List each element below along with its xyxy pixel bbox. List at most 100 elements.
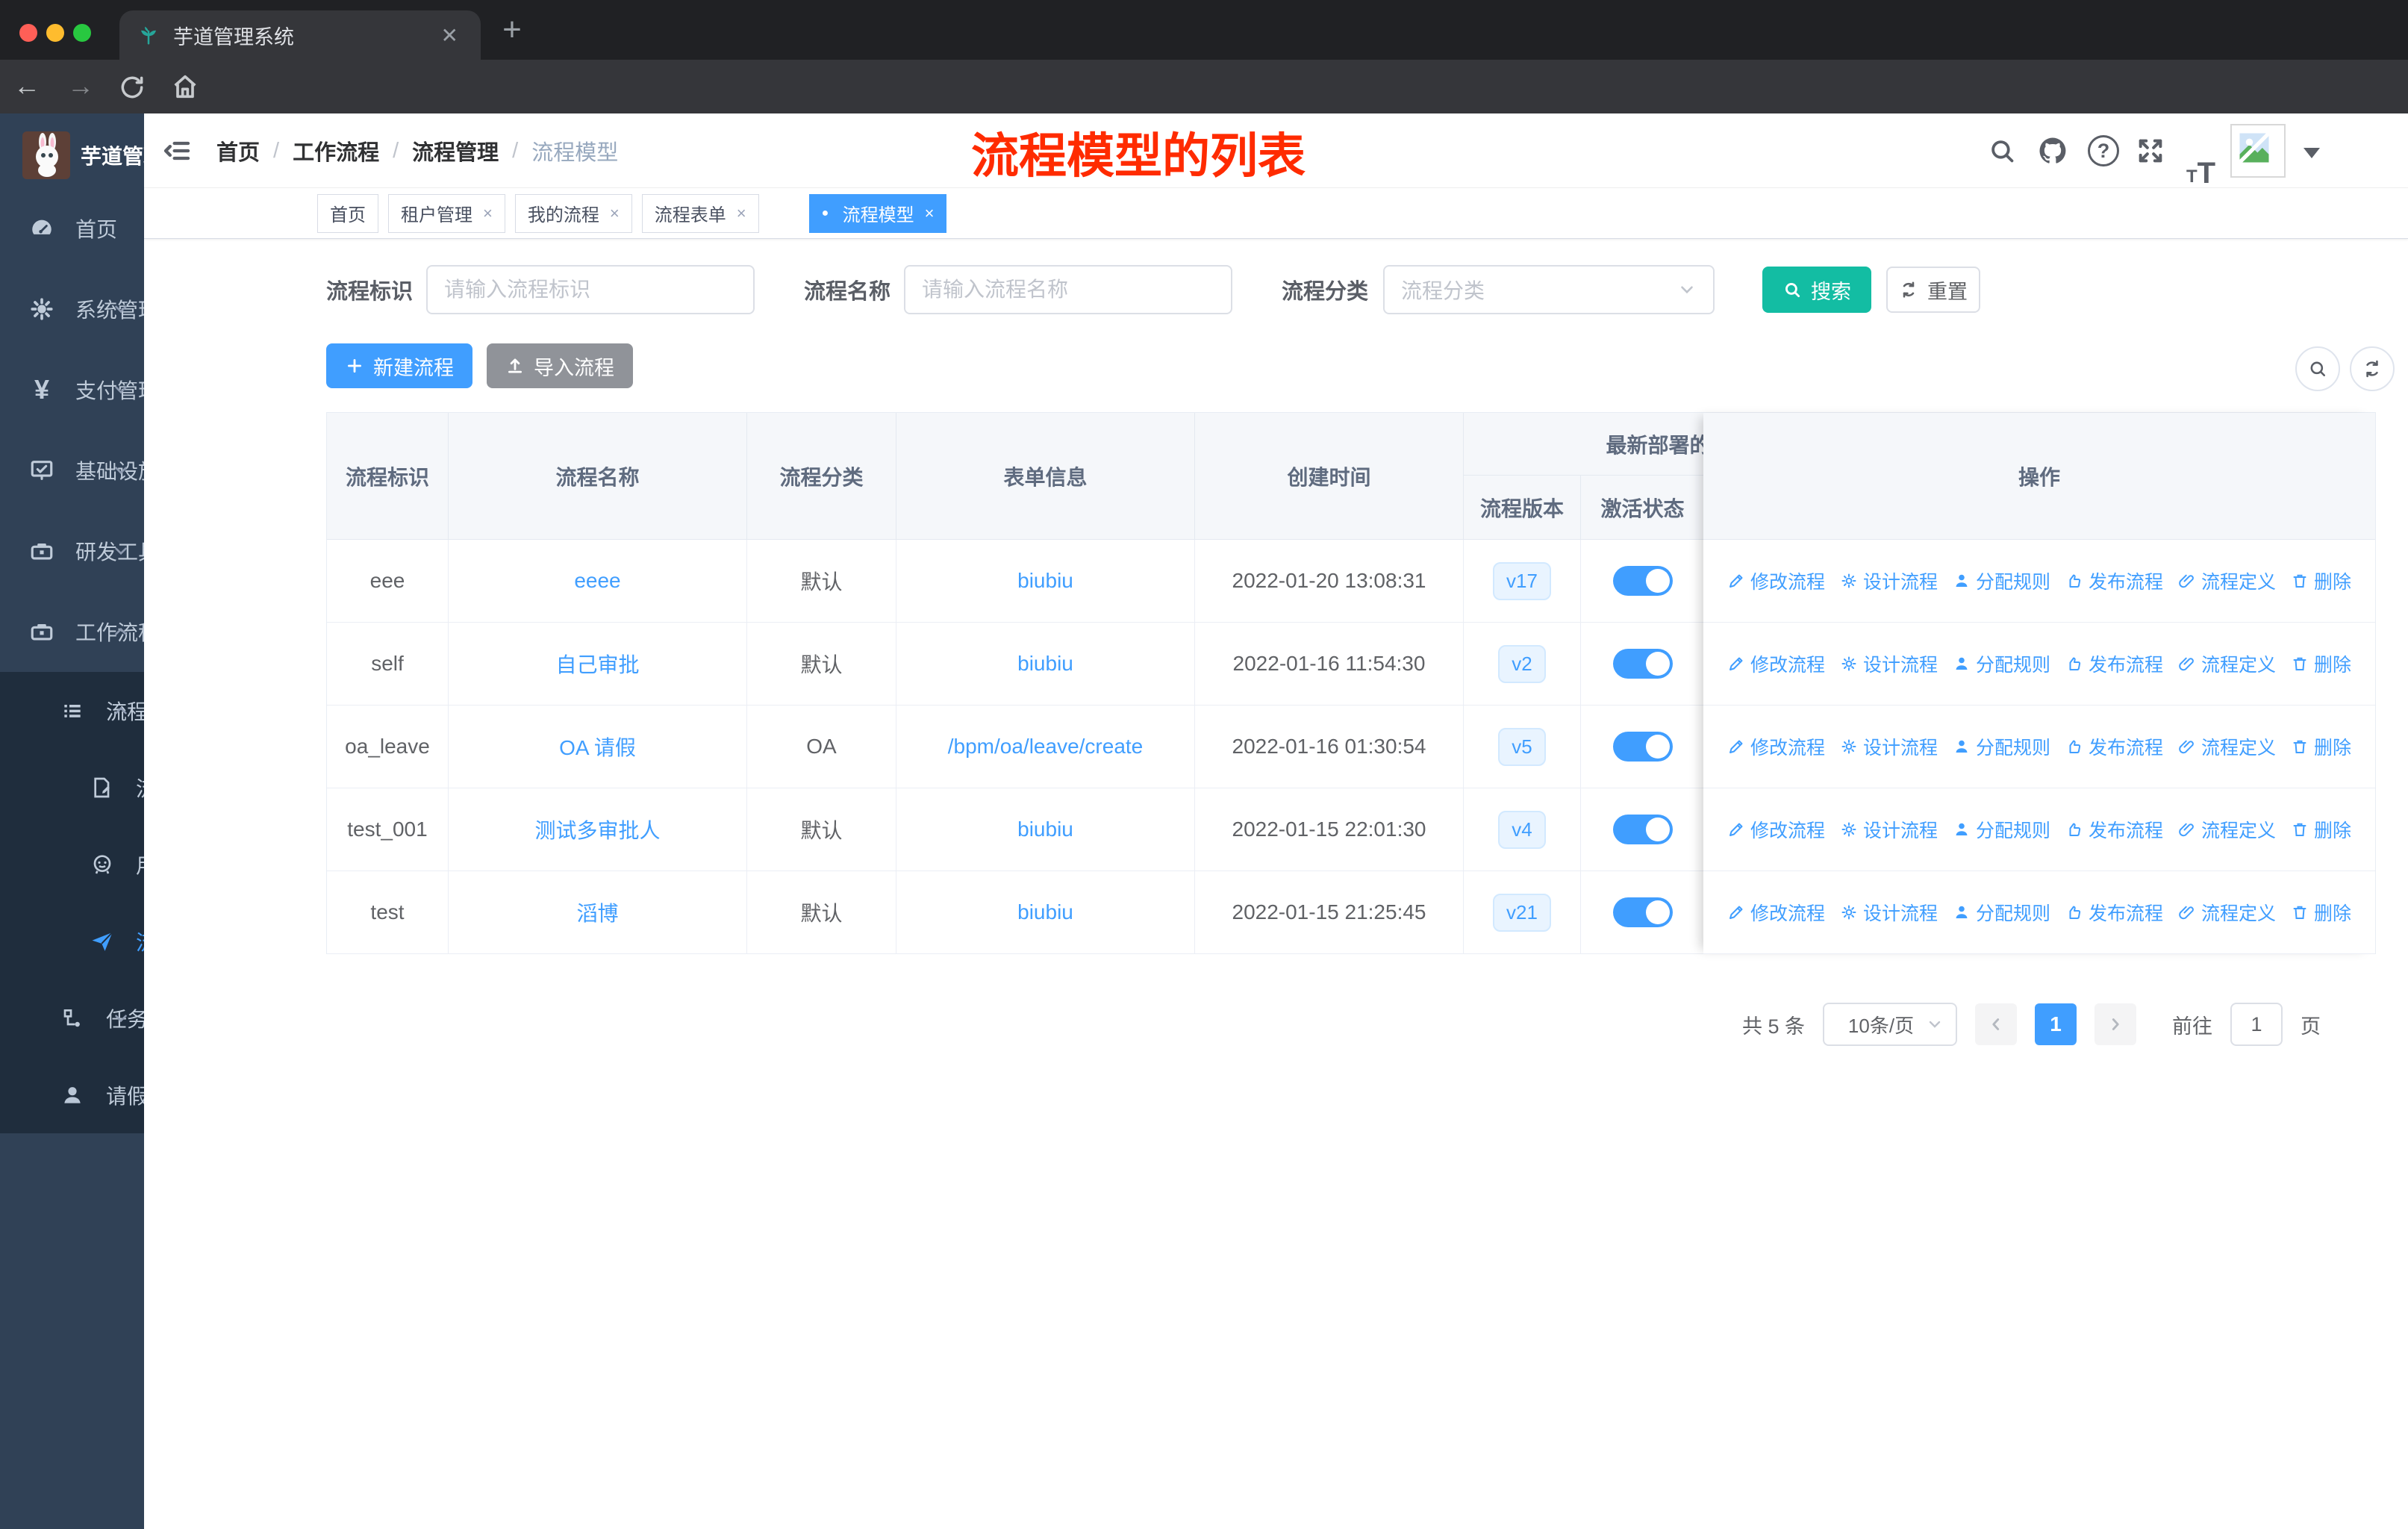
goto-page-input[interactable] — [2230, 1003, 2283, 1046]
publish-process-link[interactable]: 发布流程 — [2065, 567, 2163, 594]
model-name-link[interactable]: 滔博 — [576, 897, 618, 927]
sidebar-logo[interactable]: 芋道管理系统 — [0, 127, 144, 184]
text-size-icon[interactable]: TT — [2186, 113, 2215, 188]
page-1-button[interactable]: 1 — [2035, 1003, 2077, 1045]
design-process-link[interactable]: 设计流程 — [1840, 816, 1938, 843]
active-toggle[interactable] — [1612, 815, 1673, 844]
show-search-circle-button[interactable] — [2295, 346, 2340, 391]
process-definition-link[interactable]: 流程定义 — [2178, 899, 2276, 926]
assign-rule-link[interactable]: 分配规则 — [1953, 567, 2050, 594]
fullscreen-icon[interactable] — [2136, 113, 2165, 188]
delete-link[interactable]: 删除 — [2291, 733, 2351, 760]
form-link[interactable]: /bpm/oa/leave/create — [948, 735, 1144, 759]
design-process-link[interactable]: 设计流程 — [1840, 899, 1938, 926]
sidebar-item-process-mgmt[interactable]: 流程管理 — [0, 672, 144, 749]
new-tab-button[interactable]: + — [496, 13, 528, 46]
sidebar-item-workflow[interactable]: 工作流程 — [0, 591, 144, 672]
sidebar-item-infra[interactable]: 基础设施 — [0, 430, 144, 511]
form-link[interactable]: biubiu — [1017, 652, 1073, 676]
publish-process-link[interactable]: 发布流程 — [2065, 816, 2163, 843]
tag-tenant[interactable]: 租户管理 × — [388, 193, 505, 233]
edit-process-link[interactable]: 修改流程 — [1727, 899, 1825, 926]
design-process-link[interactable]: 设计流程 — [1840, 567, 1938, 594]
delete-link[interactable]: 删除 — [2291, 816, 2351, 843]
sidebar-item-task-mgmt[interactable]: 任务管理 — [0, 980, 144, 1056]
tag-process-model[interactable]: ● 流程模型 × — [808, 193, 947, 233]
tag-close-icon[interactable]: × — [925, 204, 935, 223]
process-key-input[interactable] — [426, 265, 755, 314]
avatar-caret-icon[interactable] — [2303, 148, 2320, 158]
active-toggle[interactable] — [1612, 897, 1673, 927]
edit-process-link[interactable]: 修改流程 — [1727, 567, 1825, 594]
create-process-button[interactable]: 新建流程 — [326, 343, 472, 388]
reload-button[interactable] — [118, 73, 146, 102]
tag-close-icon[interactable]: × — [610, 204, 620, 223]
back-button[interactable]: ← — [13, 70, 40, 102]
active-toggle[interactable] — [1612, 732, 1673, 762]
refresh-circle-button[interactable] — [2350, 346, 2395, 391]
publish-process-link[interactable]: 发布流程 — [2065, 899, 2163, 926]
next-page-button[interactable] — [2094, 1003, 2136, 1045]
avatar[interactable] — [2230, 124, 2286, 178]
process-definition-link[interactable]: 流程定义 — [2178, 816, 2276, 843]
prev-page-button[interactable] — [1975, 1003, 2017, 1045]
publish-process-link[interactable]: 发布流程 — [2065, 650, 2163, 677]
form-link[interactable]: biubiu — [1017, 818, 1073, 841]
sidebar-item-user-group[interactable]: 用户分组 — [0, 826, 144, 903]
breadcrumb-home[interactable]: 首页 — [216, 135, 260, 166]
tag-close-icon[interactable]: × — [483, 204, 493, 223]
model-name-link[interactable]: 测试多审批人 — [534, 815, 660, 844]
page-size-select[interactable]: 10条/页 — [1823, 1003, 1957, 1046]
sidebar-item-devtools[interactable]: 研发工具 — [0, 511, 144, 591]
edit-process-link[interactable]: 修改流程 — [1727, 650, 1825, 677]
hamburger-fold-icon[interactable] — [162, 136, 192, 166]
delete-link[interactable]: 删除 — [2291, 650, 2351, 677]
publish-process-link[interactable]: 发布流程 — [2065, 733, 2163, 760]
process-definition-link[interactable]: 流程定义 — [2178, 567, 2276, 594]
tag-my-process[interactable]: 我的流程 × — [514, 193, 632, 233]
sidebar-item-process-model[interactable]: 流程模型 — [0, 903, 144, 980]
reset-button[interactable]: 重置 — [1886, 267, 1981, 313]
tag-process-form[interactable]: 流程表单 × — [641, 193, 759, 233]
process-name-input[interactable] — [904, 265, 1233, 314]
edit-process-link[interactable]: 修改流程 — [1727, 816, 1825, 843]
design-process-link[interactable]: 设计流程 — [1840, 733, 1938, 760]
process-definition-link[interactable]: 流程定义 — [2178, 650, 2276, 677]
model-name-link[interactable]: OA 请假 — [559, 732, 636, 762]
traffic-zoom-icon[interactable] — [73, 24, 91, 42]
process-definition-link[interactable]: 流程定义 — [2178, 733, 2276, 760]
model-name-link[interactable]: eeee — [574, 569, 620, 593]
sidebar-item-process-form[interactable]: 流程表单 — [0, 749, 144, 826]
forward-button[interactable]: → — [67, 70, 94, 102]
model-name-link[interactable]: 自己审批 — [555, 649, 639, 679]
edit-process-link[interactable]: 修改流程 — [1727, 733, 1825, 760]
traffic-close-icon[interactable] — [19, 24, 37, 42]
sidebar-item-payment[interactable]: ¥ 支付管理 — [0, 349, 144, 430]
form-link[interactable]: biubiu — [1017, 569, 1073, 593]
home-button[interactable] — [170, 72, 200, 102]
assign-rule-link[interactable]: 分配规则 — [1953, 650, 2050, 677]
traffic-minimize-icon[interactable] — [46, 24, 64, 42]
assign-rule-link[interactable]: 分配规则 — [1953, 899, 2050, 926]
breadcrumb-workflow[interactable]: 工作流程 — [293, 135, 379, 166]
form-link[interactable]: biubiu — [1017, 900, 1073, 924]
browser-tab[interactable]: 芋道管理系统 ✕ — [119, 10, 481, 60]
sidebar-item-leave-query[interactable]: 请假查询 — [0, 1056, 144, 1133]
delete-link[interactable]: 删除 — [2291, 899, 2351, 926]
tag-close-icon[interactable]: × — [737, 204, 746, 223]
delete-link[interactable]: 删除 — [2291, 567, 2351, 594]
search-button[interactable]: 搜索 — [1762, 267, 1872, 313]
sidebar-item-system[interactable]: 系统管理 — [0, 269, 144, 349]
design-process-link[interactable]: 设计流程 — [1840, 650, 1938, 677]
assign-rule-link[interactable]: 分配规则 — [1953, 733, 2050, 760]
category-select[interactable]: 流程分类 — [1383, 265, 1715, 314]
assign-rule-link[interactable]: 分配规则 — [1953, 816, 2050, 843]
active-toggle[interactable] — [1612, 566, 1673, 596]
sidebar-item-home[interactable]: 首页 — [0, 188, 144, 269]
active-toggle[interactable] — [1612, 649, 1673, 679]
tab-close-icon[interactable]: ✕ — [437, 23, 463, 48]
breadcrumb-process-mgmt[interactable]: 流程管理 — [412, 135, 499, 166]
header-search-icon[interactable] — [1988, 113, 2016, 188]
import-process-button[interactable]: 导入流程 — [487, 343, 633, 388]
tag-home[interactable]: 首页 — [317, 193, 378, 233]
